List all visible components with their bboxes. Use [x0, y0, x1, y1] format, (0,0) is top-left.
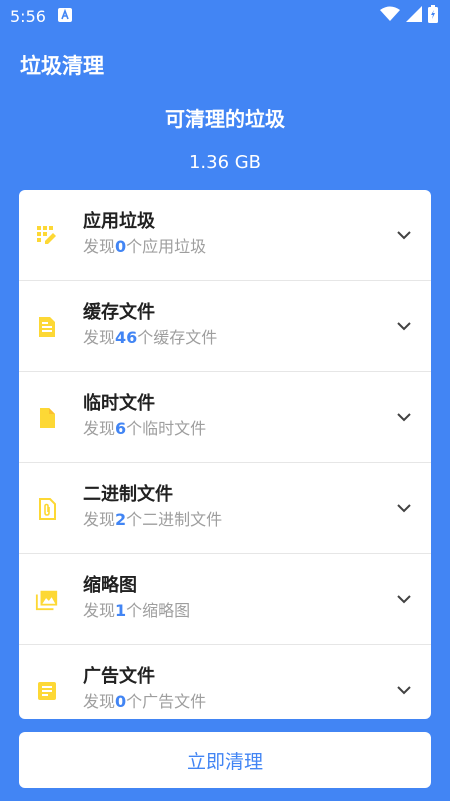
summary-title: 可清理的垃圾	[165, 107, 285, 131]
item-count: 46	[115, 328, 138, 347]
battery-icon	[428, 5, 438, 27]
chevron-down-icon[interactable]	[395, 226, 413, 244]
list-item-text: 广告文件 发现0个广告文件	[83, 665, 206, 713]
status-left: 5:56	[10, 7, 72, 26]
status-right	[380, 5, 438, 27]
list-item-title: 二进制文件	[83, 484, 173, 505]
chevron-down-icon[interactable]	[395, 681, 413, 699]
file-icon	[35, 406, 59, 430]
list-item-ad-files[interactable]: 广告文件 发现0个广告文件	[19, 645, 431, 719]
list-item-text: 缓存文件 发现46个缓存文件	[83, 301, 217, 349]
chevron-down-icon[interactable]	[395, 317, 413, 335]
item-count: 0	[115, 692, 127, 711]
list-item-text: 二进制文件 发现2个二进制文件	[83, 483, 222, 531]
list-item-subtitle: 发现6个临时文件	[83, 419, 207, 438]
junk-category-list: 应用垃圾 发现0个应用垃圾 缓存文件 发现46个缓存文件 临时文件 发现6个临时…	[19, 190, 431, 719]
page-title: 垃圾清理	[20, 54, 104, 78]
signal-icon	[406, 6, 422, 26]
summary-size: 1.36 GB	[188, 152, 262, 173]
list-item-cache-files[interactable]: 缓存文件 发现46个缓存文件	[19, 281, 431, 372]
list-item-subtitle: 发现2个二进制文件	[83, 510, 223, 529]
notes-icon	[35, 679, 59, 703]
status-time: 5:56	[10, 6, 46, 26]
list-item-title: 缓存文件	[83, 302, 155, 323]
list-item-title: 临时文件	[83, 393, 155, 414]
item-count: 6	[115, 419, 127, 438]
list-item-title: 广告文件	[83, 666, 155, 687]
clean-now-button[interactable]: 立即清理	[19, 732, 431, 788]
grid-edit-icon	[35, 224, 59, 248]
chevron-down-icon[interactable]	[395, 590, 413, 608]
wifi-icon	[380, 6, 400, 26]
item-count: 0	[115, 237, 127, 256]
list-item-subtitle: 发现0个广告文件	[83, 692, 207, 711]
list-item-temp-files[interactable]: 临时文件 发现6个临时文件	[19, 372, 431, 463]
image-icon	[35, 588, 59, 612]
document-icon	[35, 315, 59, 339]
list-item-text: 缩略图 发现1个缩略图	[83, 574, 190, 622]
list-item-thumbnails[interactable]: 缩略图 发现1个缩略图	[19, 554, 431, 645]
list-item-text: 应用垃圾 发现0个应用垃圾	[83, 210, 206, 258]
chevron-down-icon[interactable]	[395, 408, 413, 426]
list-item-app-junk[interactable]: 应用垃圾 发现0个应用垃圾	[19, 190, 431, 281]
list-item-subtitle: 发现0个应用垃圾	[83, 237, 207, 256]
list-item-title: 缩略图	[83, 575, 137, 596]
chevron-down-icon[interactable]	[395, 499, 413, 517]
item-count: 1	[115, 601, 127, 620]
list-item-binary-files[interactable]: 二进制文件 发现2个二进制文件	[19, 463, 431, 554]
item-count: 2	[115, 510, 127, 529]
list-item-subtitle: 发现46个缓存文件	[83, 328, 218, 347]
list-item-subtitle: 发现1个缩略图	[83, 601, 191, 620]
list-item-title: 应用垃圾	[83, 211, 155, 232]
notification-icon	[57, 7, 72, 26]
list-item-text: 临时文件 发现6个临时文件	[83, 392, 206, 440]
paperclip-file-icon	[35, 497, 59, 521]
status-bar: 5:56	[0, 0, 450, 32]
